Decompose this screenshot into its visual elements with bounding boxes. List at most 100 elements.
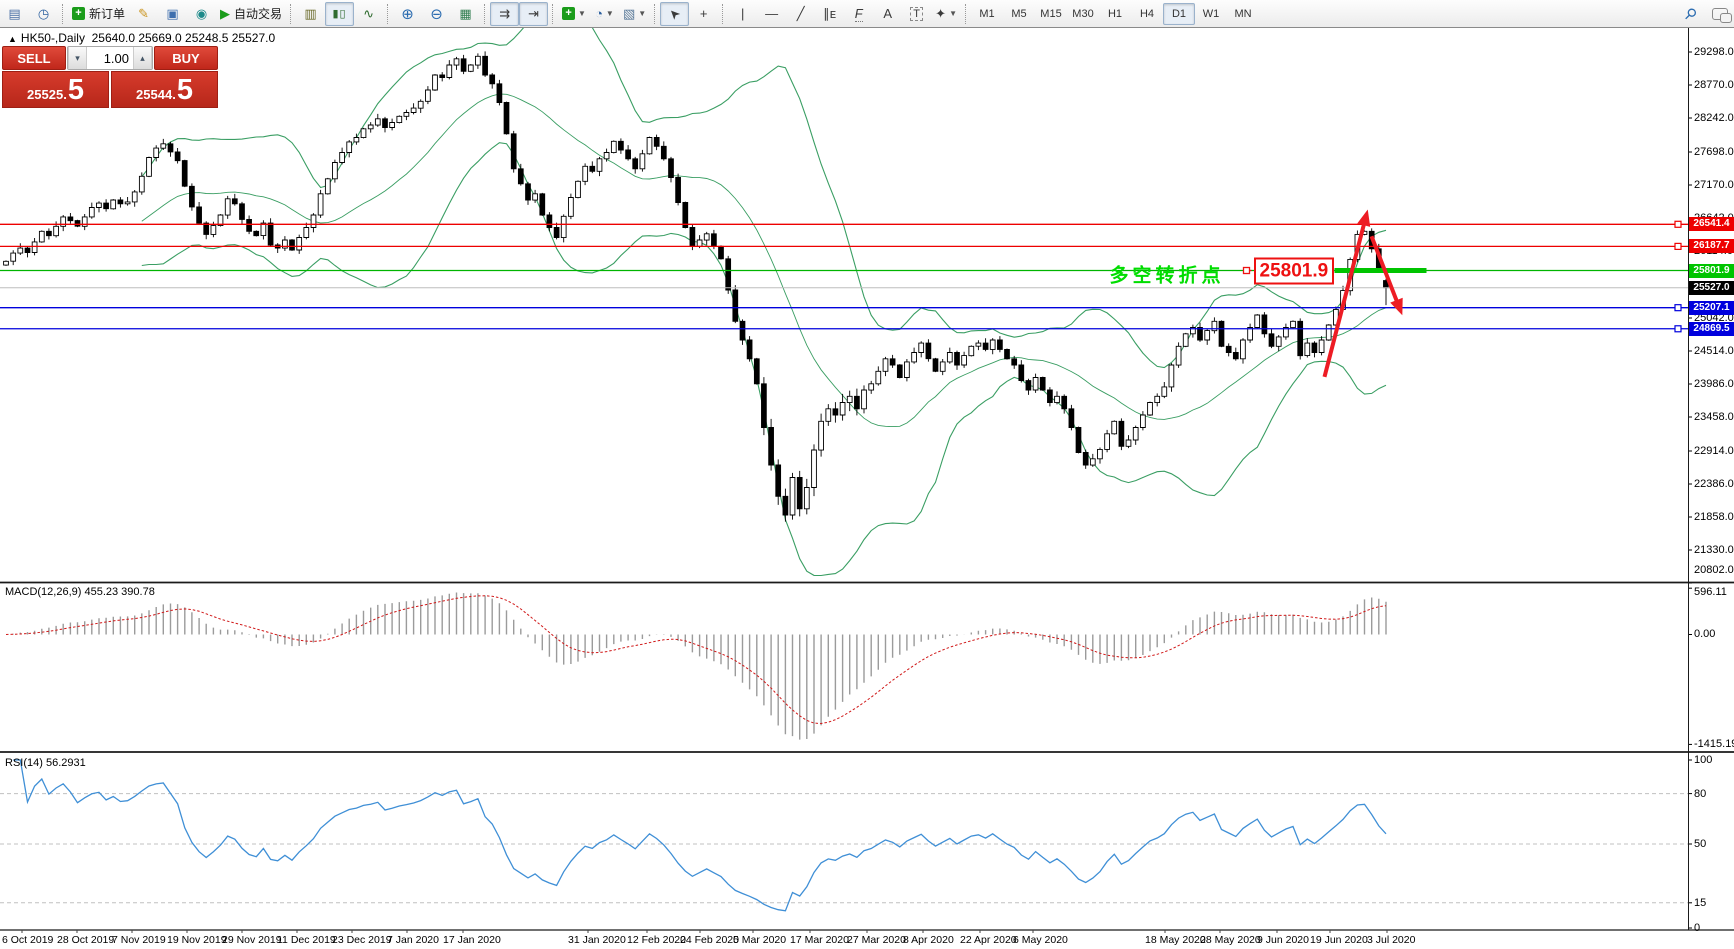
price-axis-label: 27698.0 bbox=[1694, 146, 1734, 158]
equidistant-channel-button[interactable]: ∥ᴇ bbox=[815, 2, 844, 26]
timeframe-m5-button[interactable]: M5 bbox=[1003, 3, 1035, 25]
date-axis-label: 31 Jan 2020 bbox=[568, 934, 626, 946]
periods-icon: ◔ bbox=[595, 6, 603, 21]
buy-price-main: 25544. bbox=[136, 85, 176, 105]
volume-input[interactable]: 1.00 bbox=[87, 47, 133, 69]
auto-scroll-button[interactable]: ⇉ bbox=[490, 2, 519, 26]
signals-icon[interactable]: ◉ bbox=[187, 2, 216, 26]
chart-shift-button[interactable]: ⇥ bbox=[519, 2, 548, 26]
volume-decrease-button[interactable]: ▾ bbox=[68, 47, 87, 69]
autotrading-button[interactable]: ▶自动交易 bbox=[216, 2, 286, 26]
date-axis-label: 11 Dec 2019 bbox=[277, 934, 336, 946]
mt4-window: ▤◷+新订单✎▣◉▶自动交易▥▮▯∿⊕⊖▦⇉⇥+▼◔▼▧▼➤+|—╱∥ᴇFAT✦… bbox=[0, 0, 1734, 949]
arrows-button[interactable]: ✦▼ bbox=[931, 2, 961, 26]
date-axis-label: 27 Mar 2020 bbox=[847, 934, 906, 946]
metaeditor-icon: ✎ bbox=[138, 6, 149, 22]
crosshair-icon: + bbox=[700, 6, 708, 21]
indicators-button[interactable]: +▼ bbox=[558, 2, 590, 26]
chat-icon bbox=[1712, 8, 1728, 20]
date-axis-label: 17 Jan 2020 bbox=[443, 934, 501, 946]
toolbar-separator bbox=[62, 4, 64, 24]
horizontal-line-button[interactable]: — bbox=[757, 2, 786, 26]
fibonacci-button[interactable]: F bbox=[844, 2, 873, 26]
volume-increase-button[interactable]: ▴ bbox=[133, 47, 152, 69]
tile-windows-icon: ▦ bbox=[459, 6, 471, 22]
zoom-in-button[interactable]: ⊕ bbox=[393, 2, 422, 26]
timeframe-m1-button[interactable]: M1 bbox=[971, 3, 1003, 25]
tile-windows-button[interactable]: ▦ bbox=[451, 2, 480, 26]
toolbar-separator bbox=[484, 4, 486, 24]
buy-button[interactable]: BUY bbox=[154, 46, 218, 70]
timeframe-h1-button[interactable]: H1 bbox=[1099, 3, 1131, 25]
templates-icon: ▧ bbox=[623, 6, 635, 22]
timeframe-m30-button[interactable]: M30 bbox=[1067, 3, 1099, 25]
sell-button[interactable]: SELL bbox=[2, 46, 66, 70]
timeframe-h4-button[interactable]: H4 bbox=[1131, 3, 1163, 25]
market-watch-icon[interactable]: ▤ bbox=[0, 2, 29, 26]
price-axis-label: 23458.0 bbox=[1694, 411, 1734, 423]
pivot-price-callout[interactable]: 25801.9 bbox=[1254, 257, 1335, 284]
trendline-button[interactable]: ╱ bbox=[786, 2, 815, 26]
vertical-line-button[interactable]: | bbox=[728, 2, 757, 26]
market-watch-icon: ▤ bbox=[8, 6, 20, 22]
new-order-button[interactable]: + 新订单 bbox=[68, 2, 129, 26]
crosshair-button[interactable]: + bbox=[689, 2, 718, 26]
templates-button[interactable]: ▧▼ bbox=[619, 2, 650, 26]
price-tag-25801.9: 25801.9 bbox=[1689, 264, 1734, 278]
pivot-annotation-text[interactable]: 多空转折点 bbox=[1109, 260, 1224, 287]
vertical-line-icon: | bbox=[741, 6, 744, 21]
rsi-line bbox=[13, 760, 1386, 911]
chevron-down-icon: ▼ bbox=[578, 9, 586, 18]
fibonacci-icon: F bbox=[855, 6, 863, 22]
sell-price[interactable]: 25525.5 bbox=[2, 71, 109, 108]
up-trend-arrow bbox=[1325, 214, 1367, 377]
date-axis-label: 23 Dec 2019 bbox=[332, 934, 392, 946]
date-axis-label: 7 Jan 2020 bbox=[387, 934, 439, 946]
rsi-axis-label: 0 bbox=[1694, 922, 1700, 934]
expert-advisors-icon[interactable]: ▣ bbox=[158, 2, 187, 26]
timeframe-mn-button[interactable]: MN bbox=[1227, 3, 1259, 25]
text-button[interactable]: A bbox=[873, 2, 902, 26]
rsi-axis-label: 100 bbox=[1694, 754, 1712, 766]
search-icon[interactable]: ⚲ bbox=[1676, 2, 1705, 26]
text-label-button[interactable]: T bbox=[902, 2, 931, 26]
date-axis-label: 6 May 2020 bbox=[1013, 934, 1068, 946]
cursor-button[interactable]: ➤ bbox=[660, 2, 689, 26]
sell-price-main: 25525. bbox=[27, 85, 67, 105]
chat-icon[interactable] bbox=[1705, 2, 1734, 26]
toolbar-right: ⚲ bbox=[1676, 2, 1734, 26]
toolbar-separator bbox=[965, 4, 967, 24]
macd-indicator-label: MACD(12,26,9) 455.23 390.78 bbox=[5, 586, 155, 598]
candlestick-chart-button[interactable]: ▮▯ bbox=[325, 2, 354, 26]
price-tag-26541.4: 26541.4 bbox=[1689, 217, 1734, 231]
one-click-trading-panel: SELL ▾ 1.00 ▴ BUY 25525.5 25544.5 bbox=[2, 46, 218, 108]
search-icon: ⚲ bbox=[1680, 3, 1701, 24]
metaeditor-icon[interactable]: ✎ bbox=[129, 2, 158, 26]
date-axis-label: 19 Nov 2019 bbox=[167, 934, 227, 946]
zoom-out-icon: ⊖ bbox=[430, 5, 443, 23]
history-center-icon[interactable]: ◷ bbox=[29, 2, 58, 26]
new-order-button-label: 新订单 bbox=[89, 5, 125, 22]
date-axis-label: 3 Jul 2020 bbox=[1367, 934, 1415, 946]
price-tag-25527.0: 25527.0 bbox=[1689, 281, 1734, 295]
new-order-icon: + bbox=[72, 7, 85, 20]
toolbar-separator bbox=[387, 4, 389, 24]
chart-canvas[interactable] bbox=[0, 0, 1734, 949]
toolbar: ▤◷+新订单✎▣◉▶自动交易▥▮▯∿⊕⊖▦⇉⇥+▼◔▼▧▼➤+|—╱∥ᴇFAT✦… bbox=[0, 0, 1734, 28]
timeframe-d1-button[interactable]: D1 bbox=[1163, 3, 1195, 25]
indicators-icon: + bbox=[562, 7, 575, 20]
buy-price[interactable]: 25544.5 bbox=[111, 71, 218, 108]
periods-button[interactable]: ◔▼ bbox=[590, 2, 619, 26]
line-chart-icon: ∿ bbox=[363, 6, 374, 22]
candlestick-chart-icon: ▮▯ bbox=[332, 7, 346, 20]
ohlc-values: 25640.0 25669.0 25248.5 25527.0 bbox=[92, 31, 276, 45]
line-chart-button[interactable]: ∿ bbox=[354, 2, 383, 26]
zoom-out-button[interactable]: ⊖ bbox=[422, 2, 451, 26]
timeframe-m15-button[interactable]: M15 bbox=[1035, 3, 1067, 25]
bars-chart-button[interactable]: ▥ bbox=[296, 2, 325, 26]
timeframe-w1-button[interactable]: W1 bbox=[1195, 3, 1227, 25]
toolbar-separator bbox=[552, 4, 554, 24]
zoom-in-icon: ⊕ bbox=[401, 5, 414, 23]
date-axis-label: 9 Jun 2020 bbox=[1257, 934, 1309, 946]
macd-axis-label: 596.11 bbox=[1694, 586, 1727, 598]
